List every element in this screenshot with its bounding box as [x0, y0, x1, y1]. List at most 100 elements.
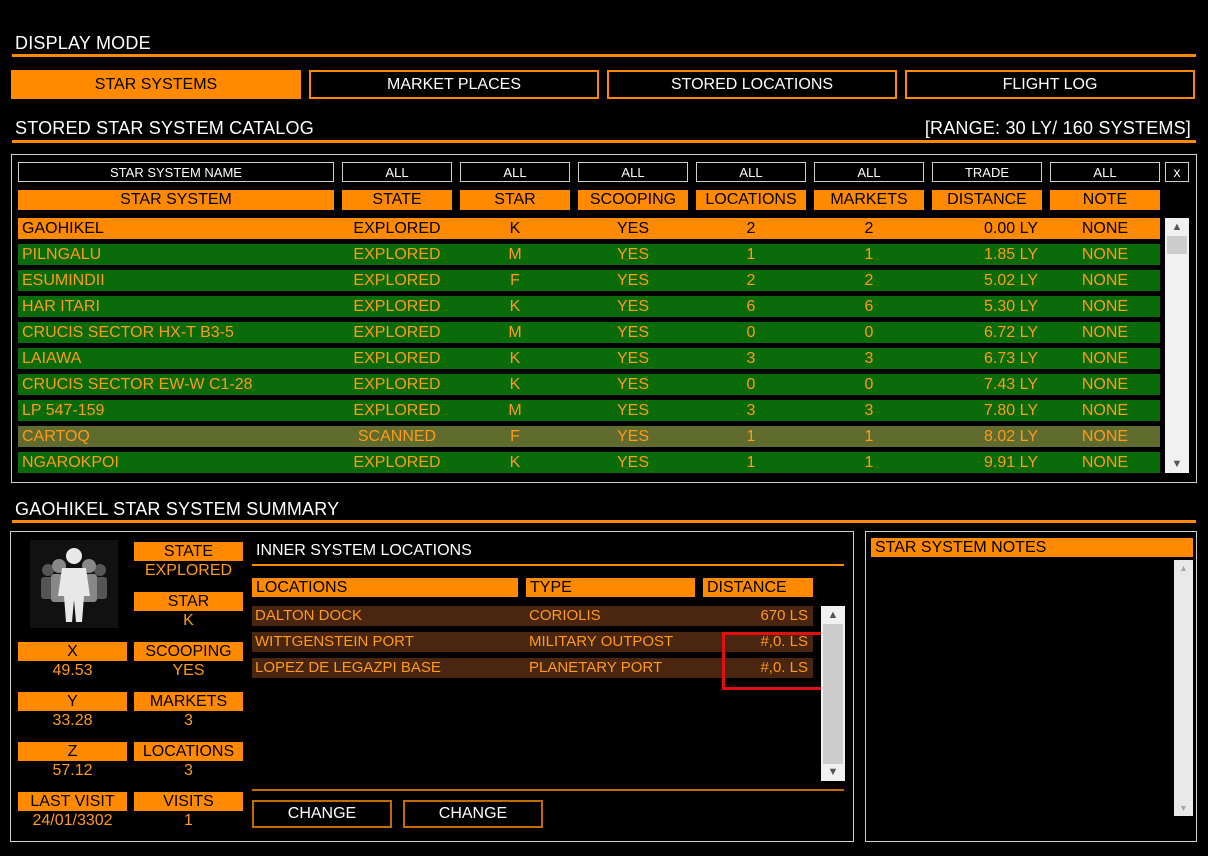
cell-note: NONE	[1081, 376, 1129, 393]
cell-locations: 2	[746, 220, 756, 237]
filter-distance[interactable]: TRADE	[932, 162, 1042, 182]
cell-note: NONE	[1081, 428, 1129, 445]
cell-note: NONE	[1081, 324, 1129, 341]
cell-star-system: NGAROKPOI	[22, 454, 119, 471]
cell-note: NONE	[1081, 220, 1129, 237]
change-location-button[interactable]: CHANGE	[252, 800, 392, 828]
filter-locations[interactable]: ALL	[696, 162, 806, 182]
cell-distance: 8.02 LY	[984, 428, 1038, 445]
filter-scooping[interactable]: ALL	[578, 162, 688, 182]
mode-market-places-button[interactable]: MARKET PLACES	[309, 70, 599, 99]
col-distance[interactable]: DISTANCE	[932, 190, 1042, 210]
cell-star-system: CRUCIS SECTOR HX-T B3-5	[22, 324, 234, 341]
z-label: Z	[18, 742, 127, 761]
cell-scooping: YES	[616, 454, 649, 471]
locations-label: LOCATIONS	[134, 742, 243, 761]
mode-star-systems-button[interactable]: STAR SYSTEMS	[11, 70, 301, 99]
filter-note[interactable]: ALL	[1050, 162, 1160, 182]
cell-markets: 0	[864, 376, 874, 393]
col-star-system[interactable]: STAR SYSTEM	[18, 190, 334, 210]
cell-scooping: YES	[616, 220, 649, 237]
catalog-scrollbar[interactable]: ▲ ▼	[1165, 218, 1189, 473]
clear-filters-button[interactable]: x	[1165, 162, 1189, 182]
change-type-button[interactable]: CHANGE	[403, 800, 543, 828]
cell-star: M	[508, 324, 522, 341]
cell-note: NONE	[1081, 350, 1129, 367]
cell-distance: 7.43 LY	[984, 376, 1038, 393]
y-value: 33.28	[52, 712, 93, 729]
col-note[interactable]: NOTE	[1050, 190, 1160, 210]
filter-star[interactable]: ALL	[460, 162, 570, 182]
invalid-distance-highlight	[722, 632, 832, 690]
inner-col-distance[interactable]: DISTANCE	[703, 578, 813, 597]
mode-stored-locations-button[interactable]: STORED LOCATIONS	[607, 70, 897, 99]
col-markets[interactable]: MARKETS	[814, 190, 924, 210]
scroll-up-icon[interactable]: ▲	[1165, 221, 1189, 233]
table-row[interactable]: HAR ITARI EXPLORED K YES 6 6 5.30 LY NONE	[18, 296, 1160, 317]
notes-textarea[interactable]	[871, 560, 1171, 816]
star-value: K	[183, 612, 194, 629]
table-row[interactable]: GAOHIKEL EXPLORED K YES 2 2 0.00 LY NONE	[18, 218, 1160, 239]
inner-bottom-divider	[252, 789, 844, 791]
col-star[interactable]: STAR	[460, 190, 570, 210]
filter-star-system-name[interactable]: STAR SYSTEM NAME	[18, 162, 334, 182]
cell-markets: 2	[864, 272, 874, 289]
col-scooping[interactable]: SCOOPING	[578, 190, 688, 210]
notes-scroll-up-icon[interactable]: ▲	[1174, 563, 1193, 573]
x-label: X	[18, 642, 127, 661]
table-row[interactable]: CARTOQ SCANNED F YES 1 1 8.02 LY NONE	[18, 426, 1160, 447]
location-type: PLANETARY PORT	[529, 659, 663, 676]
cell-note: NONE	[1081, 272, 1129, 289]
notes-scroll-down-icon[interactable]: ▼	[1174, 803, 1193, 813]
cell-locations: 0	[746, 376, 756, 393]
location-type: MILITARY OUTPOST	[529, 633, 674, 650]
cell-markets: 1	[864, 428, 874, 445]
mode-flight-log-button[interactable]: FLIGHT LOG	[905, 70, 1195, 99]
inner-col-locations[interactable]: LOCATIONS	[252, 578, 518, 597]
inner-scroll-thumb[interactable]	[823, 624, 843, 764]
col-locations[interactable]: LOCATIONS	[696, 190, 806, 210]
inner-scrollbar[interactable]: ▲ ▼	[821, 606, 845, 781]
cell-scooping: YES	[616, 246, 649, 263]
cell-state: EXPLORED	[353, 272, 441, 289]
table-row[interactable]: LP 547-159 EXPLORED M YES 3 3 7.80 LY NONE	[18, 400, 1160, 421]
cell-distance: 7.80 LY	[984, 402, 1038, 419]
cell-scooping: YES	[616, 272, 649, 289]
cell-note: NONE	[1081, 402, 1129, 419]
col-state[interactable]: STATE	[342, 190, 452, 210]
cell-star: K	[509, 454, 521, 471]
scroll-down-icon[interactable]: ▼	[1165, 458, 1189, 470]
notes-title: STAR SYSTEM NOTES	[871, 538, 1193, 557]
filter-markets[interactable]: ALL	[814, 162, 924, 182]
group-silhouette-icon	[30, 540, 118, 628]
table-row[interactable]: NGAROKPOI EXPLORED K YES 1 1 9.91 LY NONE	[18, 452, 1160, 473]
location-name: DALTON DOCK	[255, 607, 362, 624]
location-name: LOPEZ DE LEGAZPI BASE	[255, 659, 441, 676]
cell-locations: 6	[746, 298, 756, 315]
inner-col-type[interactable]: TYPE	[526, 578, 695, 597]
cell-star-system: GAOHIKEL	[22, 220, 104, 237]
cell-star-system: CARTOQ	[22, 428, 90, 445]
table-row[interactable]: CRUCIS SECTOR HX-T B3-5 EXPLORED M YES 0 0 6.7…	[18, 322, 1160, 343]
summary-divider	[12, 520, 1196, 523]
cell-distance: 5.02 LY	[984, 272, 1038, 289]
last-visit-label: LAST VISIT	[18, 792, 127, 811]
filter-state[interactable]: ALL	[342, 162, 452, 182]
table-row[interactable]: LAIAWA EXPLORED K YES 3 3 6.73 LY NONE	[18, 348, 1160, 369]
catalog-divider	[12, 140, 1196, 143]
notes-scrollbar[interactable]: ▲ ▼	[1174, 560, 1193, 816]
x-value: 49.53	[52, 662, 93, 679]
inner-scroll-up-icon[interactable]: ▲	[821, 609, 845, 621]
location-distance: 670 LS	[760, 607, 808, 624]
table-row[interactable]: PILNGALU EXPLORED M YES 1 1 1.85 LY NONE	[18, 244, 1160, 265]
cell-markets: 6	[864, 298, 874, 315]
cell-star: F	[510, 428, 520, 445]
scroll-thumb[interactable]	[1167, 236, 1187, 254]
table-row[interactable]: ESUMINDII EXPLORED F YES 2 2 5.02 LY NONE	[18, 270, 1160, 291]
list-item[interactable]: DALTON DOCK CORIOLIS 670 LS	[252, 606, 813, 626]
cell-markets: 3	[864, 402, 874, 419]
inner-scroll-down-icon[interactable]: ▼	[821, 766, 845, 778]
cell-markets: 1	[864, 454, 874, 471]
cell-star: K	[509, 220, 521, 237]
table-row[interactable]: CRUCIS SECTOR EW-W C1-28 EXPLORED K YES 0 0 7.…	[18, 374, 1160, 395]
